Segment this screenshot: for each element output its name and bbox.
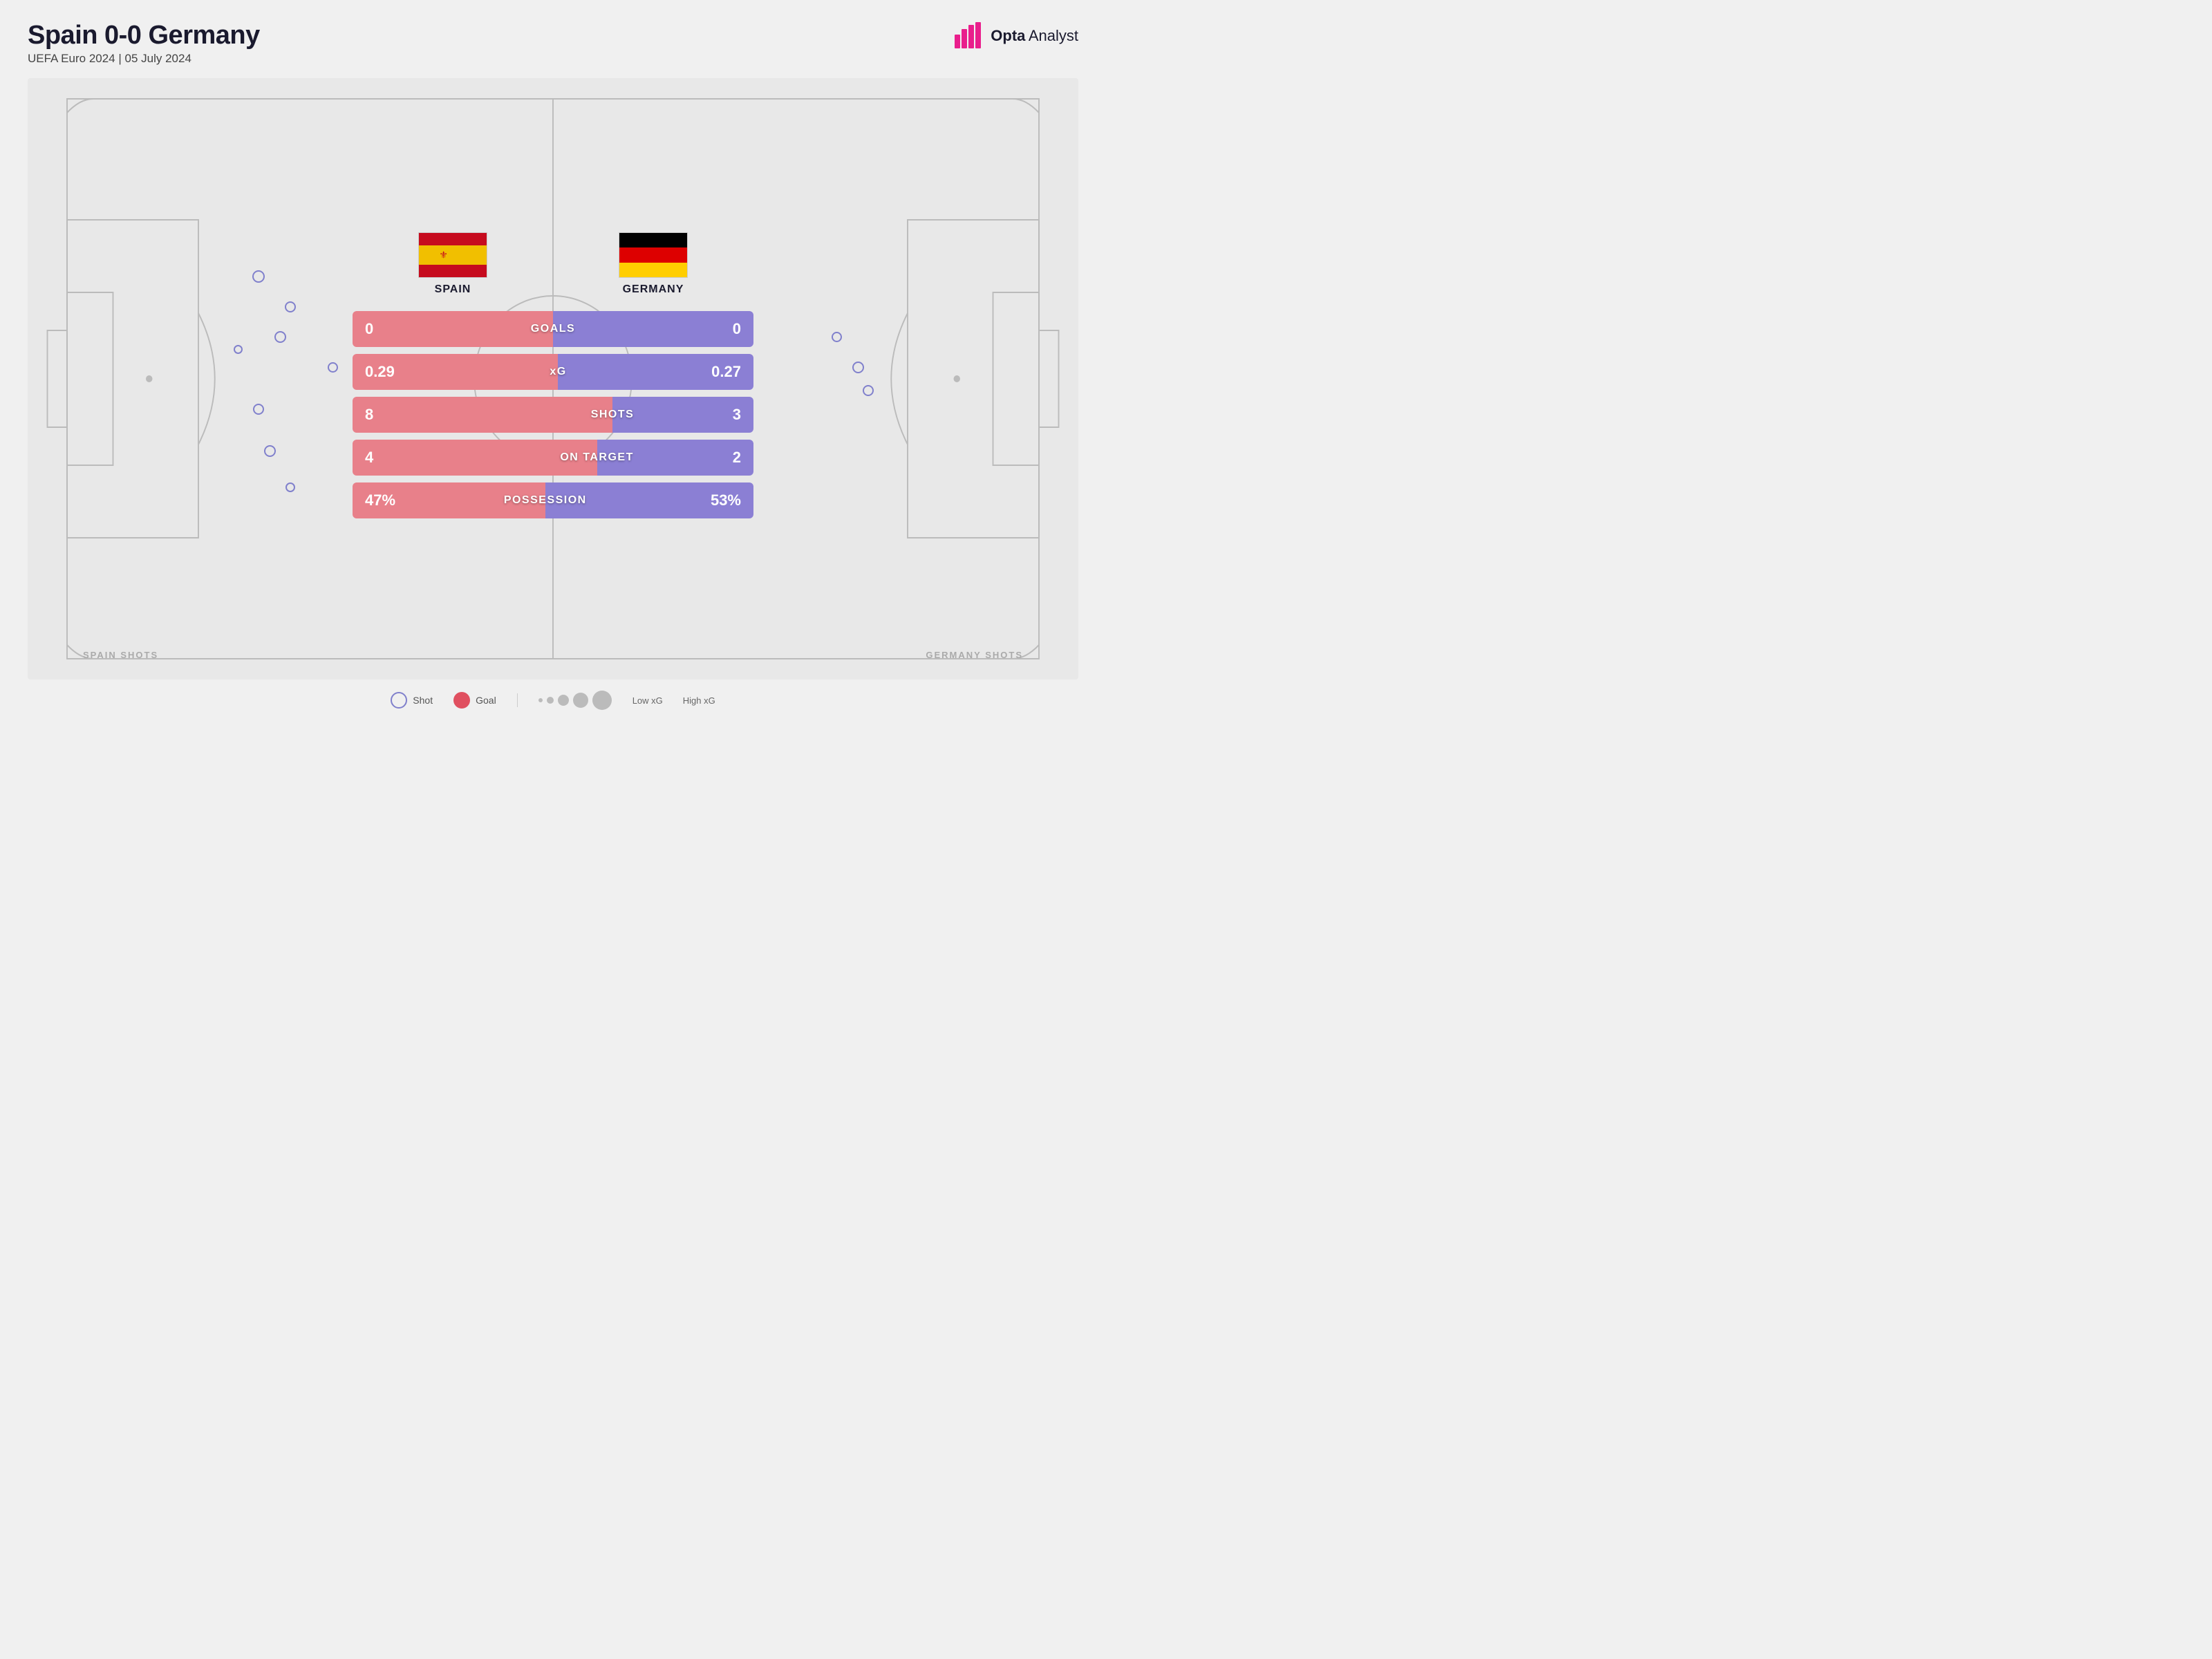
stat-center-label-0: GOALS [494, 311, 612, 347]
xg-dot-2 [547, 697, 554, 704]
stat-center-label-3: ON TARGET [538, 440, 656, 476]
stat-row-xg: 0.29 xG 0.27 [353, 354, 753, 390]
germany-shots-label: GERMANY SHOTS [926, 650, 1023, 660]
spain-flag-mid: ⚜ [419, 245, 487, 264]
logo-area: Opta Analyst [953, 21, 1078, 51]
opta-text: Opta [991, 27, 1025, 44]
spain-flag: ⚜ [418, 232, 487, 278]
germany-shot-3 [863, 385, 874, 396]
xg-dot-4 [573, 693, 588, 708]
legend: Shot Goal Low xG High xG [28, 691, 1078, 710]
legend-shot-label: Shot [413, 695, 433, 706]
germany-flag-bot [619, 263, 687, 277]
spain-flag-top [419, 233, 487, 245]
legend-shot-circle [391, 692, 407, 709]
germany-shot-2 [852, 362, 864, 373]
legend-goal-label: Goal [476, 695, 496, 706]
stat-center-label-1: xG [499, 354, 617, 390]
high-xg-label: High xG [683, 695, 715, 706]
match-subtitle: UEFA Euro 2024 | 05 July 2024 [28, 52, 260, 66]
legend-goal-circle [453, 692, 470, 709]
xg-labels: Low xG High xG [632, 695, 715, 706]
pitch-container: ⚜ SPAIN GERMANY [28, 78, 1078, 679]
legend-divider [517, 693, 518, 707]
teams-row: ⚜ SPAIN GERMANY [353, 232, 753, 296]
stat-rows-container: 0 GOALS 0 0.29 xG [353, 311, 753, 525]
spain-team-info: ⚜ SPAIN [418, 232, 487, 296]
stat-row-goals: 0 GOALS 0 [353, 311, 753, 347]
page-wrapper: Spain 0-0 Germany UEFA Euro 2024 | 05 Ju… [0, 0, 1106, 830]
stat-center-label-2: SHOTS [554, 397, 671, 433]
spain-flag-bot [419, 265, 487, 277]
stat-away-value-2: 3 [671, 397, 753, 433]
germany-team-name: GERMANY [623, 283, 684, 296]
stat-home-value-2: 8 [353, 397, 554, 433]
opta-logo-icon [953, 21, 984, 51]
stat-center-label-4: POSSESSION [487, 482, 604, 518]
header: Spain 0-0 Germany UEFA Euro 2024 | 05 Ju… [28, 21, 1078, 66]
stat-row-on-target: 4 ON TARGET 2 [353, 440, 753, 476]
spain-coat-of-arms: ⚜ [439, 249, 448, 261]
legend-xg-group [538, 691, 612, 710]
germany-flag-top [619, 233, 687, 247]
analyst-text: Analyst [1029, 27, 1078, 44]
xg-dot-5 [592, 691, 612, 710]
stat-away-value-0: 0 [612, 311, 753, 347]
stat-away-value-4: 53% [604, 482, 753, 518]
spain-shots-label: SPAIN SHOTS [83, 650, 158, 660]
stat-row-shots: 8 SHOTS 3 [353, 397, 753, 433]
stat-home-value-1: 0.29 [353, 354, 499, 390]
stat-home-value-3: 4 [353, 440, 538, 476]
stat-home-value-4: 47% [353, 482, 487, 518]
stat-away-value-3: 2 [656, 440, 753, 476]
xg-range-labels: Low xG High xG [632, 695, 715, 706]
legend-shot: Shot [391, 692, 433, 709]
stat-away-value-1: 0.27 [617, 354, 753, 390]
stat-home-value-0: 0 [353, 311, 494, 347]
legend-goal: Goal [453, 692, 496, 709]
germany-flag-mid [619, 247, 687, 262]
stats-panel: ⚜ SPAIN GERMANY [353, 232, 753, 525]
low-xg-label: Low xG [632, 695, 663, 706]
header-left: Spain 0-0 Germany UEFA Euro 2024 | 05 Ju… [28, 21, 260, 66]
spain-team-name: SPAIN [435, 283, 471, 296]
germany-flag [619, 232, 688, 278]
germany-team-info: GERMANY [619, 232, 688, 296]
germany-shot-1 [832, 332, 842, 342]
match-title: Spain 0-0 Germany [28, 21, 260, 50]
xg-dot-3 [558, 695, 569, 706]
stat-row-possession: 47% POSSESSION 53% [353, 482, 753, 518]
xg-dot-1 [538, 698, 543, 702]
opta-logo-text: Opta Analyst [991, 27, 1078, 45]
